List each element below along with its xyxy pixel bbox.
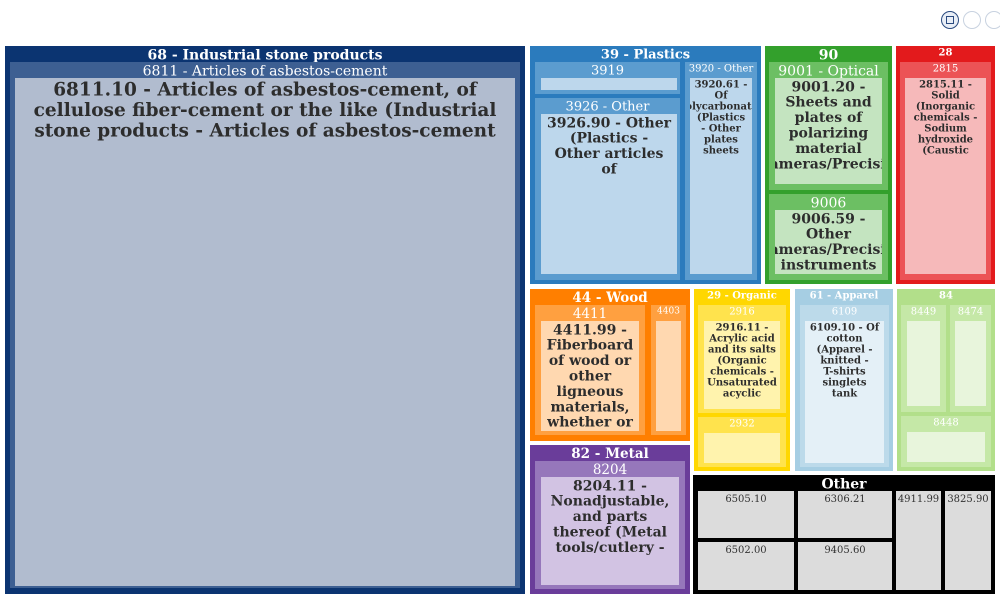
treemap-tile[interactable] — [896, 491, 941, 590]
treemap-node-depth-2[interactable]: 2815.11 -Solid (Inorganic chemicals -Sodiu… — [905, 78, 986, 274]
treemap-node-depth-1[interactable]: 4911.99 — [896, 491, 941, 590]
treemap-label: 9405.60 — [824, 545, 865, 556]
treemap-label: Other — [821, 476, 867, 492]
treemap-label: 2916.11 -Acrylic acid and its salts (Organ… — [707, 323, 777, 400]
treemap-node-depth-2[interactable]: 8204.11 -Nonadjustable, and parts thereof … — [541, 477, 679, 585]
treemap-tile[interactable] — [945, 491, 991, 590]
treemap-label: 6505.10 — [725, 494, 766, 505]
treemap-node-depth-2[interactable] — [656, 321, 681, 431]
treemap-label: 29 - Organic — [707, 291, 777, 302]
treemap-tile[interactable] — [704, 433, 780, 463]
download-icon[interactable] — [941, 11, 959, 29]
treemap-label: 28 — [939, 48, 953, 59]
treemap-tile[interactable] — [656, 321, 681, 431]
treemap-node-depth-1[interactable]: 6502.00 — [698, 542, 794, 590]
treemap-node-depth-2[interactable]: 3920.61 -Of polycarbonates (Plastics - Othe… — [678, 78, 764, 274]
treemap-label: 4911.99 — [898, 494, 939, 505]
treemap-label: 9001 - Optical — [778, 63, 879, 79]
treemap-label: 61 - Apparel — [810, 291, 879, 302]
treemap-label: 3920 - Other — [689, 64, 754, 75]
treemap-label: 8449 — [911, 307, 936, 318]
treemap-node-depth-2[interactable] — [907, 321, 940, 406]
treemap-node-depth-2[interactable]: 6109.10 - Of cotton (Apparel -knitted -T-s… — [805, 321, 884, 463]
treemap-node-depth-2[interactable]: 4411.99 -Fiberboard of wood or other ligneo… — [541, 321, 639, 431]
treemap-label: 6811.10 - Articles of asbestos-cement, o… — [34, 80, 497, 142]
treemap-label: 3825.90 — [947, 494, 988, 505]
treemap-label: 2815 — [933, 64, 958, 75]
treemap-label: 6811 - Articles of asbestos-cement — [143, 63, 388, 79]
treemap-label: 4411 — [573, 306, 607, 322]
treemap-node-depth-2[interactable]: 6811.10 - Articles of asbestos-cement, o… — [15, 78, 515, 586]
treemap-label: 44 - Wood — [572, 290, 648, 306]
treemap-tile[interactable] — [907, 321, 940, 406]
treemap-tile[interactable] — [541, 78, 677, 90]
treemap-label: 84 — [939, 291, 953, 302]
treemap-tile[interactable] — [15, 78, 515, 586]
treemap-node-depth-1[interactable]: 6306.21 — [798, 491, 892, 538]
treemap-label: 9006 — [811, 195, 847, 211]
reset-icon[interactable] — [985, 11, 1000, 29]
treemap-tile[interactable] — [955, 321, 986, 406]
treemap-node-depth-1[interactable]: 9405.60 — [798, 542, 892, 590]
treemap-node-depth-1[interactable]: 3825.90 — [945, 491, 991, 590]
treemap-label: 68 - Industrial stone products — [147, 47, 382, 63]
treemap-node-depth-2[interactable] — [955, 321, 986, 406]
treemap-label: 3926 - Other — [566, 99, 651, 114]
treemap-node-depth-2[interactable] — [541, 78, 677, 90]
treemap-node-depth-2[interactable]: 2916.11 -Acrylic acid and its salts (Organ… — [704, 321, 780, 409]
treemap-label: 6502.00 — [725, 545, 766, 556]
treemap-node-depth-1[interactable]: 6505.10 — [698, 491, 794, 538]
treemap-chart: 68 - Industrial stone products6811 - Art… — [5, 46, 995, 594]
treemap-label: 8204 — [593, 462, 627, 478]
treemap-label: 2916 — [729, 307, 754, 318]
chart-toolbar — [941, 11, 1000, 29]
treemap-label: 82 - Metal — [571, 446, 648, 462]
treemap-label: 6306.21 — [824, 494, 865, 505]
treemap-label: 3919 — [591, 63, 624, 78]
treemap-node-depth-2[interactable] — [704, 433, 780, 463]
treemap-node-depth-2[interactable]: 3926.90 - Other (Plastics -Other articles… — [541, 114, 677, 274]
treemap-tile[interactable] — [907, 432, 985, 462]
treemap-label: 8474 — [958, 307, 983, 318]
treemap-label: 6109 — [832, 307, 857, 318]
treemap-label: 8448 — [933, 418, 958, 429]
treemap-label: 90 — [819, 47, 839, 63]
treemap-node-depth-2[interactable] — [907, 432, 985, 462]
treemap-label: 39 - Plastics — [601, 47, 690, 62]
treemap-label: 4403 — [657, 307, 680, 317]
zoom-icon[interactable] — [963, 11, 981, 29]
treemap-label: 2932 — [729, 419, 754, 430]
